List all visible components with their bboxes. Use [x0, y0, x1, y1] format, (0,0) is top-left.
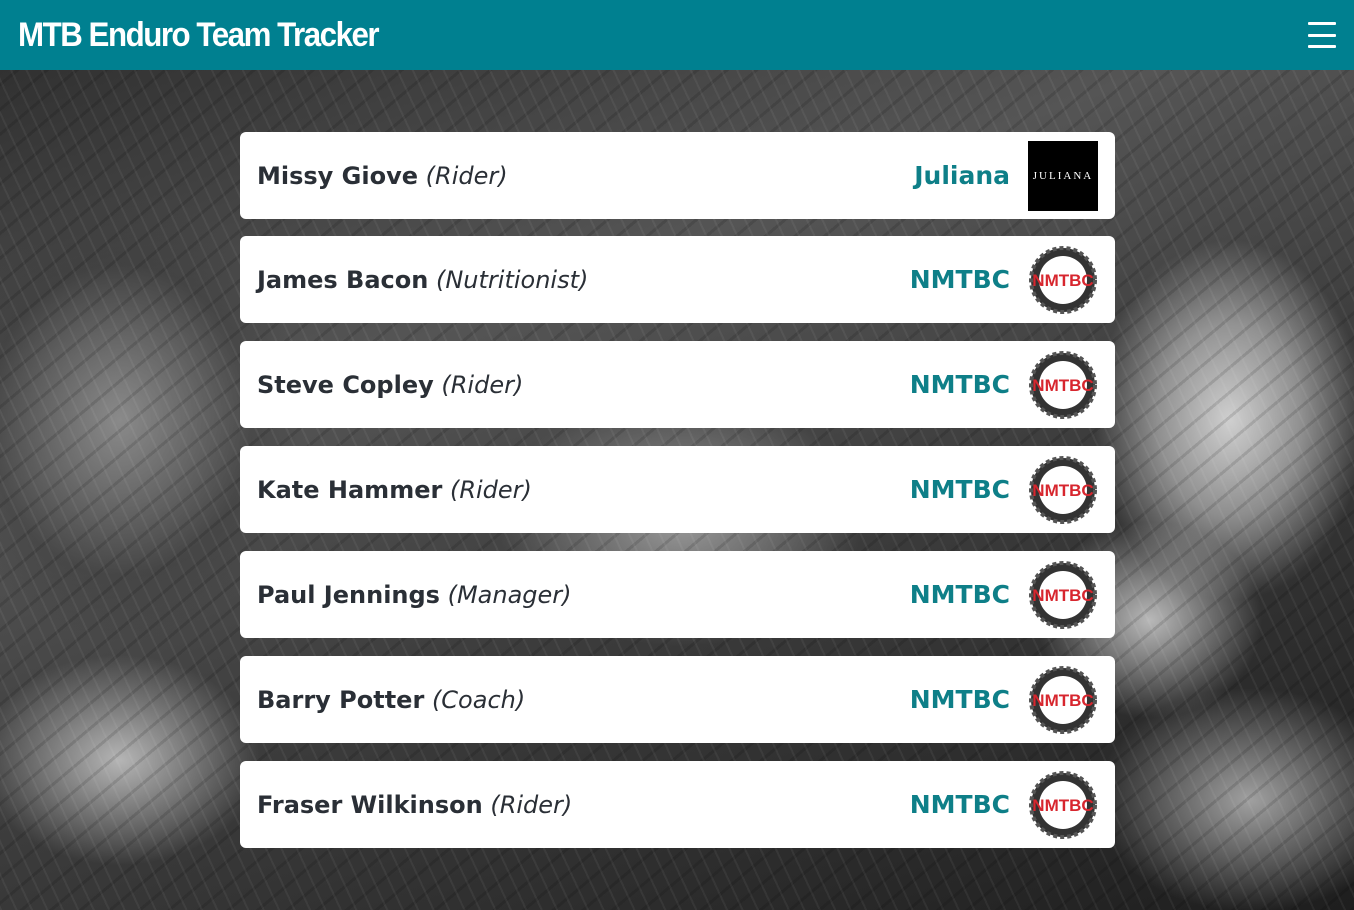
member-name: Steve Copley	[257, 370, 434, 399]
member-name: Kate Hammer	[257, 475, 443, 504]
sponsor: NMTBC NMTBC	[910, 560, 1098, 630]
team-member-card[interactable]: Fraser Wilkinson (Rider) NMTBC NMTBC	[240, 761, 1115, 848]
team-member-card[interactable]: Paul Jennings (Manager) NMTBC NMTBC	[240, 551, 1115, 638]
svg-text:NMTBC: NMTBC	[1032, 796, 1093, 815]
svg-text:NMTBC: NMTBC	[1032, 691, 1093, 710]
sponsor-name: NMTBC	[909, 265, 1010, 294]
member-name: Fraser Wilkinson	[257, 790, 483, 819]
member-name: Missy Giove	[257, 161, 419, 190]
team-member-card[interactable]: Kate Hammer (Rider) NMTBC NMTBC	[240, 446, 1115, 533]
nmtbc-logo: NMTBC	[1029, 560, 1097, 629]
sponsor: Juliana JULIANA	[914, 140, 1098, 211]
member-info: Steve Copley (Rider)	[257, 371, 523, 399]
app-title: MTB Enduro Team Tracker	[18, 15, 380, 54]
sponsor: NMTBC NMTBC	[910, 770, 1098, 840]
team-member-card[interactable]: Missy Giove (Rider) Juliana JULIANA	[240, 132, 1115, 219]
app-header: MTB Enduro Team Tracker	[0, 0, 1354, 70]
nmtbc-logo: NMTBC	[1029, 770, 1097, 839]
sponsor-name: NMTBC	[909, 685, 1010, 714]
svg-text:NMTBC: NMTBC	[1032, 376, 1093, 395]
member-name: Paul Jennings	[257, 580, 440, 609]
juliana-logo: JULIANA	[1028, 140, 1098, 211]
member-info: Paul Jennings (Manager)	[257, 581, 572, 609]
member-info: James Bacon (Nutritionist)	[257, 266, 588, 294]
member-role: (Rider)	[441, 370, 524, 399]
sponsor-name: NMTBC	[909, 790, 1010, 819]
sponsor: NMTBC NMTBC	[910, 665, 1098, 735]
team-member-card[interactable]: Barry Potter (Coach) NMTBC NMTBC	[240, 656, 1115, 743]
member-info: Barry Potter (Coach)	[257, 686, 525, 714]
member-info: Fraser Wilkinson (Rider)	[257, 791, 572, 819]
sponsor: NMTBC NMTBC	[910, 455, 1098, 525]
member-role: (Nutritionist)	[435, 265, 589, 294]
nmtbc-logo: NMTBC	[1029, 350, 1097, 419]
team-member-card[interactable]: Steve Copley (Rider) NMTBC NMTBC	[240, 341, 1115, 428]
sponsor-name: NMTBC	[909, 475, 1010, 504]
sponsor-name: Juliana	[914, 161, 1010, 190]
member-role: (Rider)	[425, 161, 508, 190]
hamburger-menu-icon[interactable]	[1308, 22, 1336, 48]
nmtbc-logo: NMTBC	[1029, 665, 1097, 734]
member-name: Barry Potter	[257, 685, 425, 714]
member-role: (Rider)	[490, 790, 573, 819]
member-role: (Manager)	[447, 580, 572, 609]
sponsor: NMTBC NMTBC	[910, 245, 1098, 315]
nmtbc-logo: NMTBC	[1029, 245, 1097, 314]
sponsor: NMTBC NMTBC	[910, 350, 1098, 420]
nmtbc-logo: NMTBC	[1029, 455, 1097, 524]
svg-text:NMTBC: NMTBC	[1032, 481, 1093, 500]
sponsor-name: NMTBC	[909, 580, 1010, 609]
member-role: (Rider)	[449, 475, 532, 504]
member-info: Missy Giove (Rider)	[257, 162, 508, 190]
team-list: Missy Giove (Rider) Juliana JULIANA Jame…	[240, 132, 1115, 866]
svg-text:NMTBC: NMTBC	[1032, 586, 1093, 605]
svg-text:NMTBC: NMTBC	[1032, 271, 1093, 290]
member-info: Kate Hammer (Rider)	[257, 476, 532, 504]
member-name: James Bacon	[257, 265, 429, 294]
sponsor-name: NMTBC	[909, 370, 1010, 399]
team-member-card[interactable]: James Bacon (Nutritionist) NMTBC NMTBC	[240, 236, 1115, 323]
member-role: (Coach)	[431, 685, 526, 714]
